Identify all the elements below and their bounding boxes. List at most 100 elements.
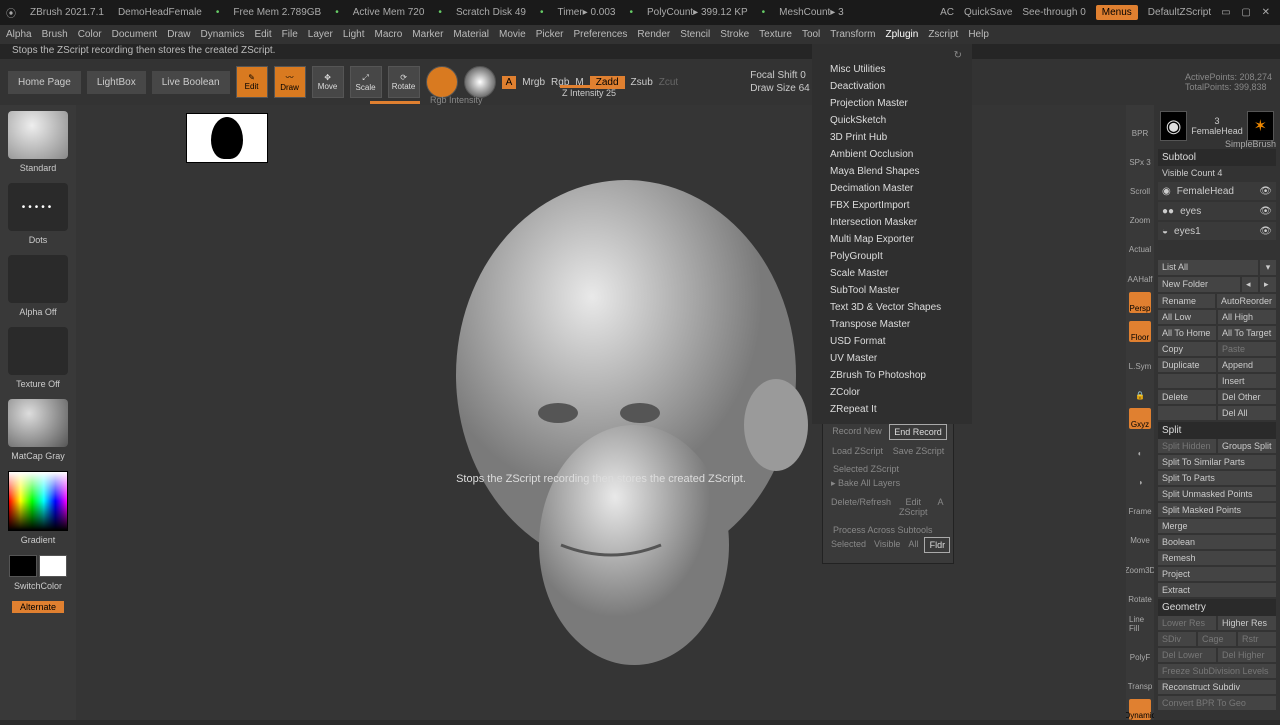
record-new-button[interactable]: Record New xyxy=(829,424,885,440)
sdiv-slider[interactable]: SDiv xyxy=(1158,632,1196,646)
stroke-swatch[interactable]: ••••• xyxy=(8,183,68,231)
a-toggle[interactable]: A xyxy=(502,76,517,89)
right-icon[interactable]: ▸ xyxy=(1260,277,1276,292)
menu-zscript[interactable]: Zscript xyxy=(928,29,958,40)
home-page-button[interactable]: Home Page xyxy=(8,71,81,94)
edit-mode-button[interactable]: ✎Edit xyxy=(236,66,268,98)
lock-button[interactable]: 🔒 xyxy=(1129,379,1151,400)
menu-draw[interactable]: Draw xyxy=(167,29,190,40)
zp-subtool-master[interactable]: SubTool Master xyxy=(812,282,972,299)
zp-multi-map[interactable]: Multi Map Exporter xyxy=(812,231,972,248)
color-picker[interactable] xyxy=(8,471,68,531)
convertbpr-button[interactable]: Convert BPR To Geo xyxy=(1158,696,1276,710)
zsub-button[interactable]: Zsub xyxy=(631,77,653,88)
zp-usd[interactable]: USD Format xyxy=(812,333,972,350)
persp-button[interactable]: Persp xyxy=(1129,292,1151,313)
tool-thumb-2[interactable]: ✶ xyxy=(1247,111,1274,141)
delother-button[interactable]: Del Other xyxy=(1218,390,1276,404)
menu-dynamics[interactable]: Dynamics xyxy=(201,29,245,40)
rotate-button[interactable]: Rotate xyxy=(1129,583,1151,604)
merge-button[interactable]: Merge xyxy=(1158,519,1276,533)
menu-zplugin[interactable]: Zplugin xyxy=(886,29,919,40)
menu-light[interactable]: Light xyxy=(343,29,365,40)
gxyz-button[interactable]: Gxyz xyxy=(1129,408,1151,429)
delete-refresh-button[interactable]: Delete/Refresh xyxy=(829,495,893,519)
polyf-button[interactable]: PolyF xyxy=(1129,641,1151,662)
lightbox-button[interactable]: LightBox xyxy=(87,71,146,94)
menu-stencil[interactable]: Stencil xyxy=(680,29,710,40)
scale-mode-button[interactable]: ⤢Scale xyxy=(350,66,382,98)
bake-layers-button[interactable]: ▸ Bake All Layers xyxy=(829,476,947,491)
zp-deactivation[interactable]: Deactivation xyxy=(812,78,972,95)
remesh-button[interactable]: Remesh xyxy=(1158,551,1276,565)
menu-movie[interactable]: Movie xyxy=(499,29,526,40)
live-boolean-button[interactable]: Live Boolean xyxy=(152,71,230,94)
menu-document[interactable]: Document xyxy=(112,29,158,40)
eye-icon[interactable]: 👁 xyxy=(1259,226,1272,237)
project-button[interactable]: Project xyxy=(1158,567,1276,581)
zp-misc-utilities[interactable]: Misc Utilities xyxy=(812,61,972,78)
cage-button[interactable]: Cage xyxy=(1198,632,1236,646)
spx-button[interactable]: SPx 3 xyxy=(1129,146,1151,167)
sculptris-button[interactable] xyxy=(464,66,496,98)
reload-icon[interactable]: ↻ xyxy=(812,50,972,61)
menu-marker[interactable]: Marker xyxy=(412,29,443,40)
subtool-item-0[interactable]: ◉FemaleHead👁 xyxy=(1158,182,1276,200)
split-header[interactable]: Split xyxy=(1158,422,1276,439)
subtool-item-2[interactable]: ◒eyes1👁 xyxy=(1158,222,1276,240)
alpha-swatch[interactable] xyxy=(8,255,68,303)
default-zscript[interactable]: DefaultZScript xyxy=(1148,7,1211,18)
load-zscript-button[interactable]: Load ZScript xyxy=(829,444,886,458)
move-mode-button[interactable]: ✥Move xyxy=(312,66,344,98)
zp-zcolor[interactable]: ZColor xyxy=(812,384,972,401)
zp-fbx[interactable]: FBX ExportImport xyxy=(812,197,972,214)
menu-alpha[interactable]: Alpha xyxy=(6,29,32,40)
zp-photoshop[interactable]: ZBrush To Photoshop xyxy=(812,367,972,384)
splitsimilar-button[interactable]: Split To Similar Parts xyxy=(1158,455,1276,469)
draw-mode-button[interactable]: 〰Draw xyxy=(274,66,306,98)
zp-uv-master[interactable]: UV Master xyxy=(812,350,972,367)
rstr-button[interactable]: Rstr xyxy=(1238,632,1276,646)
document-thumbnail[interactable] xyxy=(186,113,268,163)
dellower-button[interactable]: Del Lower xyxy=(1158,648,1216,662)
splitmasked-button[interactable]: Split Masked Points xyxy=(1158,503,1276,517)
menu-stroke[interactable]: Stroke xyxy=(720,29,749,40)
menu-texture[interactable]: Texture xyxy=(759,29,792,40)
mrgb-button[interactable]: Mrgb xyxy=(522,77,545,88)
alltotarget-button[interactable]: All To Target xyxy=(1218,326,1276,340)
menus-button[interactable]: Menus xyxy=(1096,5,1138,20)
menu-render[interactable]: Render xyxy=(637,29,670,40)
draw-size-slider[interactable]: Draw Size 64 xyxy=(750,83,809,94)
splitunmasked-button[interactable]: Split Unmasked Points xyxy=(1158,487,1276,501)
zp-quicksketch[interactable]: QuickSketch xyxy=(812,112,972,129)
rotate-mode-button[interactable]: ⟳Rotate xyxy=(388,66,420,98)
menu-preferences[interactable]: Preferences xyxy=(573,29,627,40)
subtool-header[interactable]: Subtool xyxy=(1158,149,1276,166)
zp-projection-master[interactable]: Projection Master xyxy=(812,95,972,112)
bpr-button[interactable]: BPR xyxy=(1129,117,1151,138)
end-record-button[interactable]: End Record xyxy=(889,424,947,440)
zoom3d-button[interactable]: Zoom3D xyxy=(1129,553,1151,574)
zp-text3d[interactable]: Text 3D & Vector Shapes xyxy=(812,299,972,316)
zp-maya-blend[interactable]: Maya Blend Shapes xyxy=(812,163,972,180)
menu-tool[interactable]: Tool xyxy=(802,29,820,40)
menu-brush[interactable]: Brush xyxy=(42,29,68,40)
reconstruct-button[interactable]: Reconstruct Subdiv xyxy=(1158,680,1276,694)
menu-file[interactable]: File xyxy=(282,29,298,40)
eye-icon[interactable]: 👁 xyxy=(1259,206,1272,217)
eye-icon[interactable]: 👁 xyxy=(1259,186,1272,197)
see-through-slider[interactable]: See-through 0 xyxy=(1022,7,1085,18)
color-secondary[interactable] xyxy=(39,555,67,577)
insert-button[interactable]: Insert xyxy=(1218,374,1276,388)
quicksave-button[interactable]: QuickSave xyxy=(964,7,1012,18)
menu-help[interactable]: Help xyxy=(968,29,989,40)
actual-button[interactable]: Actual xyxy=(1129,233,1151,254)
paste-button[interactable]: Paste xyxy=(1218,342,1276,356)
rename-button[interactable]: Rename xyxy=(1158,294,1215,308)
rgb-intensity-bar[interactable] xyxy=(370,101,420,104)
alllow-button[interactable]: All Low xyxy=(1158,310,1216,324)
freeze-button[interactable]: Freeze SubDivision Levels xyxy=(1158,664,1276,678)
higherres-button[interactable]: Higher Res xyxy=(1218,616,1276,630)
splithidden-button[interactable]: Split Hidden xyxy=(1158,439,1216,453)
selected-button[interactable]: Selected xyxy=(829,537,868,553)
